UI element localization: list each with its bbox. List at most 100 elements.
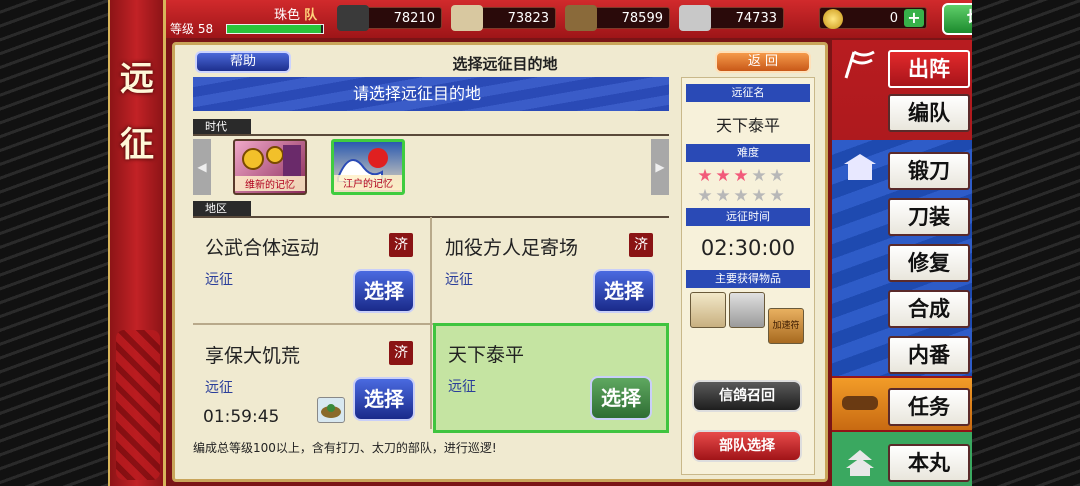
whetstone-icon [679,5,711,31]
panel-title: 选择远征目的地 [452,55,558,73]
banner-rope-decoration [116,330,160,480]
area-card-kayakugata[interactable]: 加役方人足寄场 济 远征 选择 [433,219,669,324]
game-stage: 远征 等级 58 珠色 队 78210 73823 78599 74733 0 … [108,0,972,486]
koban-coin-icon [823,9,843,29]
expedition-name-header: 远征名 [686,84,810,102]
exp-bar [226,24,324,34]
chrysanthemum-icon [242,145,301,177]
star-empty-icon: ★ [697,186,713,206]
switch-button[interactable]: 切换 ! [942,3,972,35]
team-label: 珠色 [274,8,301,23]
player-level: 等级 58 [170,22,214,36]
dispatched-team-icon [317,397,345,423]
era-label-meiji: 维新的记忆 [235,176,305,191]
area-section-label: 地区 [193,201,251,217]
era-edo-memory[interactable]: 江户的记忆 [331,139,405,195]
whetstone-reward-icon [729,292,765,328]
era-prev-arrow-icon[interactable]: ◀ [193,139,211,195]
speed-charm-reward-icon: 加速符 [768,308,804,344]
area-type: 远征 [205,272,233,288]
castle-icon [846,450,874,476]
koban-counter: 0 + [819,7,927,29]
star-empty-icon: ★ [715,186,731,206]
star-empty-icon: ★ [769,186,785,206]
top-resource-bar: 等级 58 珠色 队 78210 73823 78599 74733 0 + 切… [166,0,972,38]
expedition-panel: 帮助 选择远征目的地 返 回 请选择远征目的地 时代 ◀ 维新的记忆 江户的记忆… [172,42,828,482]
expedition-condition-note: 编成总等级100以上，含有打刀、太刀的部队，进行巡逻! [193,441,497,455]
select-button[interactable]: 选择 [590,376,652,420]
back-button[interactable]: 返 回 [715,51,811,73]
menu-sortie[interactable]: 出阵 [888,50,970,88]
resource-tamahagane: 73823 [451,5,556,31]
area-card-kyoho-famine[interactable]: 享保大饥荒 济 远征 01:59:45 选择 [193,327,429,432]
select-button[interactable]: 选择 [593,269,655,313]
exp-bar-fill [227,25,322,33]
resource-tamahagane-value: 73823 [507,11,549,26]
star-empty-icon: ★ [751,166,767,186]
resource-whetstone-value: 74733 [735,11,777,26]
select-button[interactable]: 选择 [353,269,415,313]
resource-whetstone: 74733 [679,5,784,31]
reward-items: 加速符 [690,292,810,344]
expedition-name-value: 天下泰平 [715,116,780,135]
era-selector: ◀ 维新的记忆 江户的记忆 ▶ [193,139,669,197]
era-meiji-memory[interactable]: 维新的记忆 [233,139,307,195]
expedition-time-header: 远征时间 [686,208,810,226]
menu-internal-duty[interactable]: 内番 [888,336,970,374]
destination-prompt: 请选择远征目的地 [193,77,669,111]
menu-forge[interactable]: 锻刀 [888,152,970,190]
charcoal-icon [337,5,369,31]
menu-formation[interactable]: 编队 [888,94,970,132]
expedition-time-value: 02:30:00 [700,236,796,260]
flag-emblem-icon [844,50,875,79]
star-filled-icon: ★ [733,166,749,186]
difficulty-header: 难度 [686,144,810,162]
main-menu: 出阵 编队 锻刀 刀装 修复 合成 内番 任务 本丸 [832,40,972,486]
buy-koban-button[interactable]: + [904,9,924,27]
select-button[interactable]: 选择 [353,377,415,421]
star-filled-icon: ★ [715,166,731,186]
area-type: 远征 [448,379,476,395]
area-type: 远征 [205,380,233,396]
expedition-banner: 远征 [108,0,166,486]
team-select-button[interactable]: 部队选择 [692,430,802,462]
area-name: 加役方人足寄场 [445,237,579,259]
help-button[interactable]: 帮助 [195,51,291,73]
area-name: 天下泰平 [448,344,525,366]
cooling-material-icon [565,5,597,31]
era-section-label: 时代 [193,119,251,135]
area-card-tenka-taihei[interactable]: 天下泰平 远征 选择 [433,323,669,433]
tamahagane-icon [451,5,483,31]
difficulty-stars: ★ ★ ★ ★ ★★ ★ ★ ★ ★ [696,166,800,206]
main-items-header: 主要获得物品 [686,270,810,288]
star-empty-icon: ★ [769,166,785,186]
left-background-wave [0,0,108,486]
banner-title: 远征 [120,59,154,165]
team-name[interactable]: 珠色 队 [274,4,317,23]
forge-building-icon [844,154,876,180]
menu-citadel[interactable]: 本丸 [888,444,970,482]
task-scroll-icon [842,396,878,410]
right-background-wave [972,0,1080,486]
area-name: 公武合体运动 [205,237,320,259]
area-name: 享保大饥荒 [205,345,301,367]
resource-cooling-material-value: 78599 [621,11,663,26]
menu-repair[interactable]: 修复 [888,244,970,282]
expedition-info-column: 远征名 天下泰平 难度 ★ ★ ★ ★ ★★ ★ ★ ★ ★ 远征时间 02:30:00 主要获… [681,77,815,475]
era-label-edo: 江户的记忆 [334,175,402,190]
menu-synthesis[interactable]: 合成 [888,290,970,328]
koban-value: 0 [889,11,898,26]
remaining-time: 01:59:45 [203,407,280,427]
tamahagane-reward-icon [690,292,726,328]
switch-label: 切换 [967,8,972,29]
carrier-pigeon-recall-button[interactable]: 信鸽召回 [692,380,802,412]
era-next-arrow-icon[interactable]: ▶ [651,139,669,195]
team-suffix: 队 [304,8,318,23]
menu-tasks[interactable]: 任务 [888,388,970,426]
area-card-kobu-gattai[interactable]: 公武合体运动 济 远征 选择 [193,219,429,324]
menu-equipment[interactable]: 刀装 [888,198,970,236]
resource-charcoal-value: 78210 [393,11,435,26]
star-empty-icon: ★ [751,186,767,206]
resource-cooling-material: 78599 [565,5,670,31]
area-type: 远征 [445,272,473,288]
